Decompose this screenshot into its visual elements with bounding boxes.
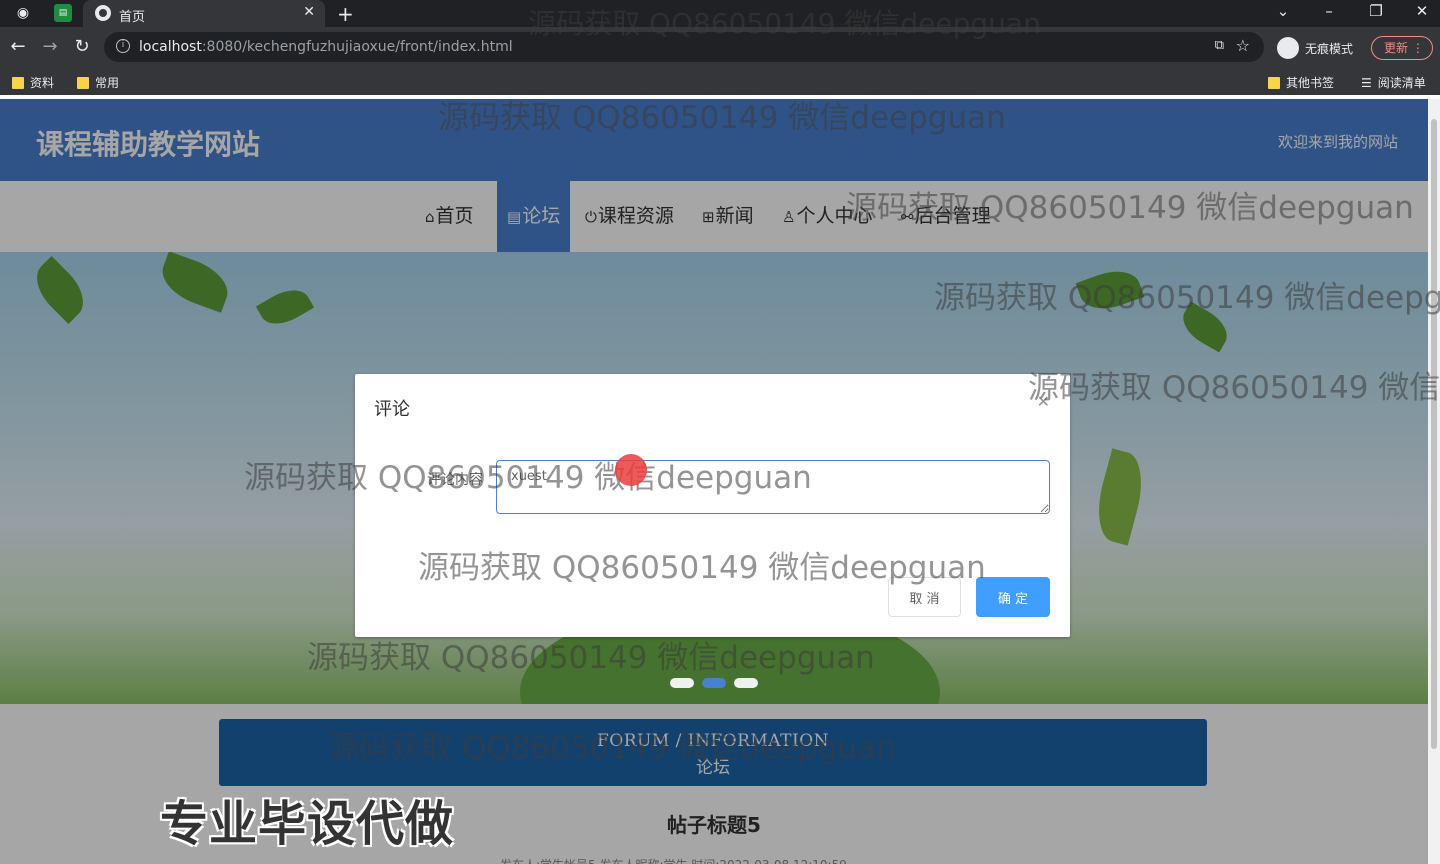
folder-icon (1268, 76, 1280, 89)
blocked-popup-icon[interactable]: ⧉ (1215, 38, 1224, 53)
click-indicator (615, 454, 647, 486)
folder-icon (12, 76, 24, 89)
confirm-button[interactable]: 确 定 (976, 577, 1050, 617)
pinned-tab-icon[interactable]: ▤ (54, 4, 72, 22)
promo-text: 专业毕设代做 (160, 796, 455, 852)
update-button[interactable]: 更新 ⋮ (1371, 36, 1433, 60)
close-icon[interactable]: ✕ (1037, 392, 1050, 411)
bookmark-folder-changyong[interactable]: 常用 (77, 74, 119, 91)
browser-tabstrip: ◉ ▤ 首页 ✕ + ⌄ – ❐ ✕ (0, 0, 1440, 27)
folder-icon (77, 76, 89, 89)
site-info-icon[interactable]: i (116, 39, 130, 53)
forward-icon[interactable]: → (39, 36, 61, 57)
address-url[interactable]: localhost:8080/kechengfuzhujiaoxue/front… (139, 39, 513, 55)
browser-tab-active[interactable]: 首页 ✕ (83, 0, 325, 27)
comment-textarea[interactable] (496, 460, 1050, 514)
minimize-button[interactable]: – (1314, 2, 1344, 20)
address-bar[interactable]: i localhost:8080/kechengfuzhujiaoxue/fro… (104, 32, 1264, 62)
reload-icon[interactable]: ↻ (71, 36, 93, 57)
cancel-button[interactable]: 取 消 (888, 577, 961, 617)
close-window-button[interactable]: ✕ (1407, 2, 1437, 20)
tab-close-icon[interactable]: ✕ (303, 4, 315, 20)
carousel-dot-active[interactable] (702, 678, 726, 688)
carousel-indicators (670, 678, 758, 688)
restore-button[interactable]: ❐ (1361, 2, 1391, 20)
bookmark-star-icon[interactable]: ☆ (1236, 36, 1250, 55)
carousel-dot[interactable] (670, 678, 694, 688)
globe-icon (95, 5, 111, 21)
browser-toolbar: ← → ↻ i localhost:8080/kechengfuzhujiaox… (0, 27, 1440, 68)
comment-dialog: 评论 ✕ 评论内容 取 消 确 定 (355, 374, 1070, 637)
tab-search-icon[interactable]: ⌄ (1268, 2, 1298, 20)
comment-field-label: 评论内容 (427, 472, 483, 488)
reading-list-icon: ☰ (1361, 75, 1372, 90)
incognito-icon (1277, 37, 1299, 59)
page-scrollbar[interactable] (1428, 99, 1440, 864)
other-bookmarks[interactable]: 其他书签 (1268, 74, 1334, 91)
scrollbar-thumb[interactable] (1431, 119, 1437, 749)
browser-app-icon[interactable]: ◉ (14, 4, 32, 22)
reading-list[interactable]: ☰ 阅读清单 (1361, 74, 1426, 91)
back-icon[interactable]: ← (7, 36, 29, 57)
bookmark-folder-ziliao[interactable]: 资料 (12, 74, 54, 91)
carousel-dot[interactable] (734, 678, 758, 688)
incognito-indicator[interactable]: 无痕模式 (1277, 37, 1353, 59)
incognito-label: 无痕模式 (1305, 41, 1354, 56)
bookmarks-bar: 资料 常用 其他书签 ☰ 阅读清单 (0, 68, 1440, 95)
new-tab-button[interactable]: + (337, 2, 354, 26)
dialog-title: 评论 (374, 399, 410, 420)
tab-title: 首页 (119, 10, 146, 25)
